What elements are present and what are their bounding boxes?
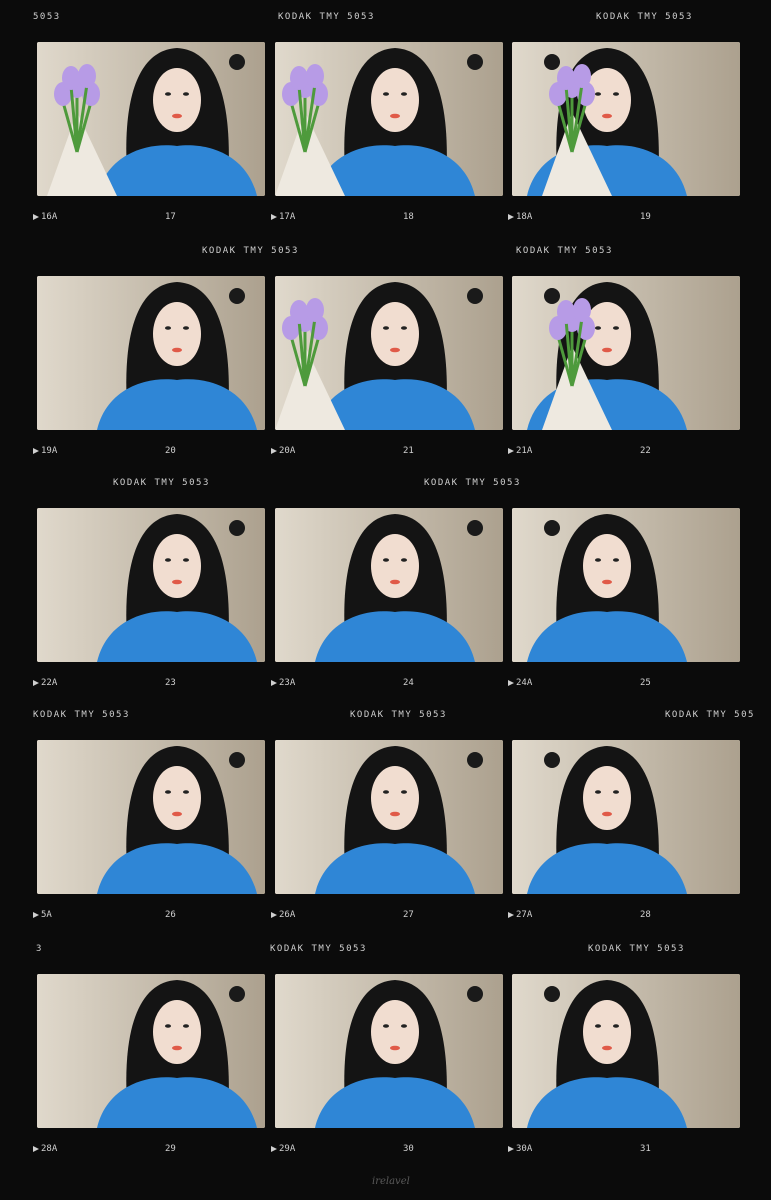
photo-frame <box>37 42 265 196</box>
film-edge-label: KODAK TMY 5053 <box>278 12 375 22</box>
frame-subnumber-label: 22A <box>33 678 57 688</box>
frame-subnumber: 28A <box>41 1144 58 1154</box>
film-strip: KODAK TMY 5053 KODAK TMY 5053 KODAK TMY 50… <box>0 710 771 942</box>
frame-subnumber-label: 26A <box>271 910 295 920</box>
frame-subnumber-label: 17A <box>271 212 295 222</box>
frame-subnumber: 20A <box>279 446 296 456</box>
frame-subnumber: 5A <box>41 910 52 920</box>
frame-subnumber-label: 16A <box>33 212 57 222</box>
photo-frame <box>275 974 503 1128</box>
frame-number: 19 <box>640 212 651 222</box>
frame-subnumber-label: 30A <box>508 1144 532 1154</box>
frame-subnumber: 19A <box>41 446 58 456</box>
frame-arrow-icon <box>33 1145 39 1152</box>
photo-frame <box>275 740 503 894</box>
frame-subnumber-label: 29A <box>271 1144 295 1154</box>
film-edge-label: KODAK TMY 5053 <box>596 12 693 22</box>
frame-number: 24 <box>403 678 414 688</box>
frame-subnumber-label: 20A <box>271 446 295 456</box>
frame-subnumber: 22A <box>41 678 58 688</box>
frame-number: 17 <box>165 212 176 222</box>
frame-number: 27 <box>403 910 414 920</box>
film-edge-label: KODAK TMY 5053 <box>33 710 130 720</box>
frame-subnumber-label: 21A <box>508 446 532 456</box>
frame-subnumber: 26A <box>279 910 296 920</box>
film-edge-label: KODAK TMY 5053 <box>350 710 447 720</box>
frame-arrow-icon <box>508 911 514 918</box>
frame-subnumber: 23A <box>279 678 296 688</box>
frame-subnumber-label: 18A <box>508 212 532 222</box>
photo-frame <box>275 508 503 662</box>
film-edge-label: KODAK TMY 505 <box>665 710 755 720</box>
frame-subnumber: 21A <box>516 446 533 456</box>
frame-arrow-icon <box>33 679 39 686</box>
frame-subnumber: 30A <box>516 1144 533 1154</box>
frame-arrow-icon <box>508 1145 514 1152</box>
film-edge-label: KODAK TMY 5053 <box>516 246 613 256</box>
frame-subnumber: 27A <box>516 910 533 920</box>
frame-arrow-icon <box>508 213 514 220</box>
frame-number: 31 <box>640 1144 651 1154</box>
frame-number: 21 <box>403 446 414 456</box>
frame-number: 22 <box>640 446 651 456</box>
frame-number: 20 <box>165 446 176 456</box>
photo-frame <box>37 508 265 662</box>
photo-frame <box>37 740 265 894</box>
film-edge-label: KODAK TMY 5053 <box>424 478 521 488</box>
frame-number: 29 <box>165 1144 176 1154</box>
film-edge-label: 3 <box>36 944 43 954</box>
frame-subnumber-label: 23A <box>271 678 295 688</box>
frame-subnumber: 29A <box>279 1144 296 1154</box>
photo-frame <box>512 740 740 894</box>
photo-frame <box>512 276 740 430</box>
frame-arrow-icon <box>33 447 39 454</box>
frame-arrow-icon <box>508 679 514 686</box>
frame-number: 18 <box>403 212 414 222</box>
frame-subnumber: 18A <box>516 212 533 222</box>
photo-frame <box>512 974 740 1128</box>
frame-number: 26 <box>165 910 176 920</box>
photo-frame <box>512 508 740 662</box>
film-edge-label: KODAK TMY 5053 <box>202 246 299 256</box>
frame-arrow-icon <box>33 213 39 220</box>
frame-subnumber-label: 19A <box>33 446 57 456</box>
frame-subnumber: 24A <box>516 678 533 688</box>
film-edge-label: KODAK TMY 5053 <box>270 944 367 954</box>
photo-frame <box>512 42 740 196</box>
photo-frame <box>37 974 265 1128</box>
frame-subnumber-label: 24A <box>508 678 532 688</box>
frame-number: 25 <box>640 678 651 688</box>
film-strip: KODAK TMY 5053 KODAK TMY 5053 19A 20 20A 21 21… <box>0 246 771 478</box>
photo-frame <box>275 276 503 430</box>
signature: irelavel <box>372 1176 410 1187</box>
film-edge-label: KODAK TMY 5053 <box>113 478 210 488</box>
frame-subnumber-label: 28A <box>33 1144 57 1154</box>
frame-number: 30 <box>403 1144 414 1154</box>
film-strip: 3 KODAK TMY 5053 KODAK TMY 5053 28A 29 29A 30 3… <box>0 944 771 1176</box>
frame-subnumber-label: 27A <box>508 910 532 920</box>
frame-number: 28 <box>640 910 651 920</box>
frame-arrow-icon <box>271 213 277 220</box>
frame-subnumber: 17A <box>279 212 296 222</box>
photo-frame <box>275 42 503 196</box>
film-edge-label: 5053 <box>33 12 61 22</box>
photo-frame <box>37 276 265 430</box>
film-edge-label: KODAK TMY 5053 <box>588 944 685 954</box>
film-strip: 5053 KODAK TMY 5053 KODAK TMY 5053 16A 17 17A… <box>0 12 771 244</box>
film-strip: KODAK TMY 5053 KODAK TMY 5053 22A 23 23A 24 24… <box>0 478 771 710</box>
frame-arrow-icon <box>271 911 277 918</box>
frame-number: 23 <box>165 678 176 688</box>
frame-arrow-icon <box>271 1145 277 1152</box>
frame-subnumber-label: 5A <box>33 910 52 920</box>
frame-arrow-icon <box>271 679 277 686</box>
frame-arrow-icon <box>271 447 277 454</box>
frame-arrow-icon <box>33 911 39 918</box>
frame-subnumber: 16A <box>41 212 58 222</box>
frame-arrow-icon <box>508 447 514 454</box>
